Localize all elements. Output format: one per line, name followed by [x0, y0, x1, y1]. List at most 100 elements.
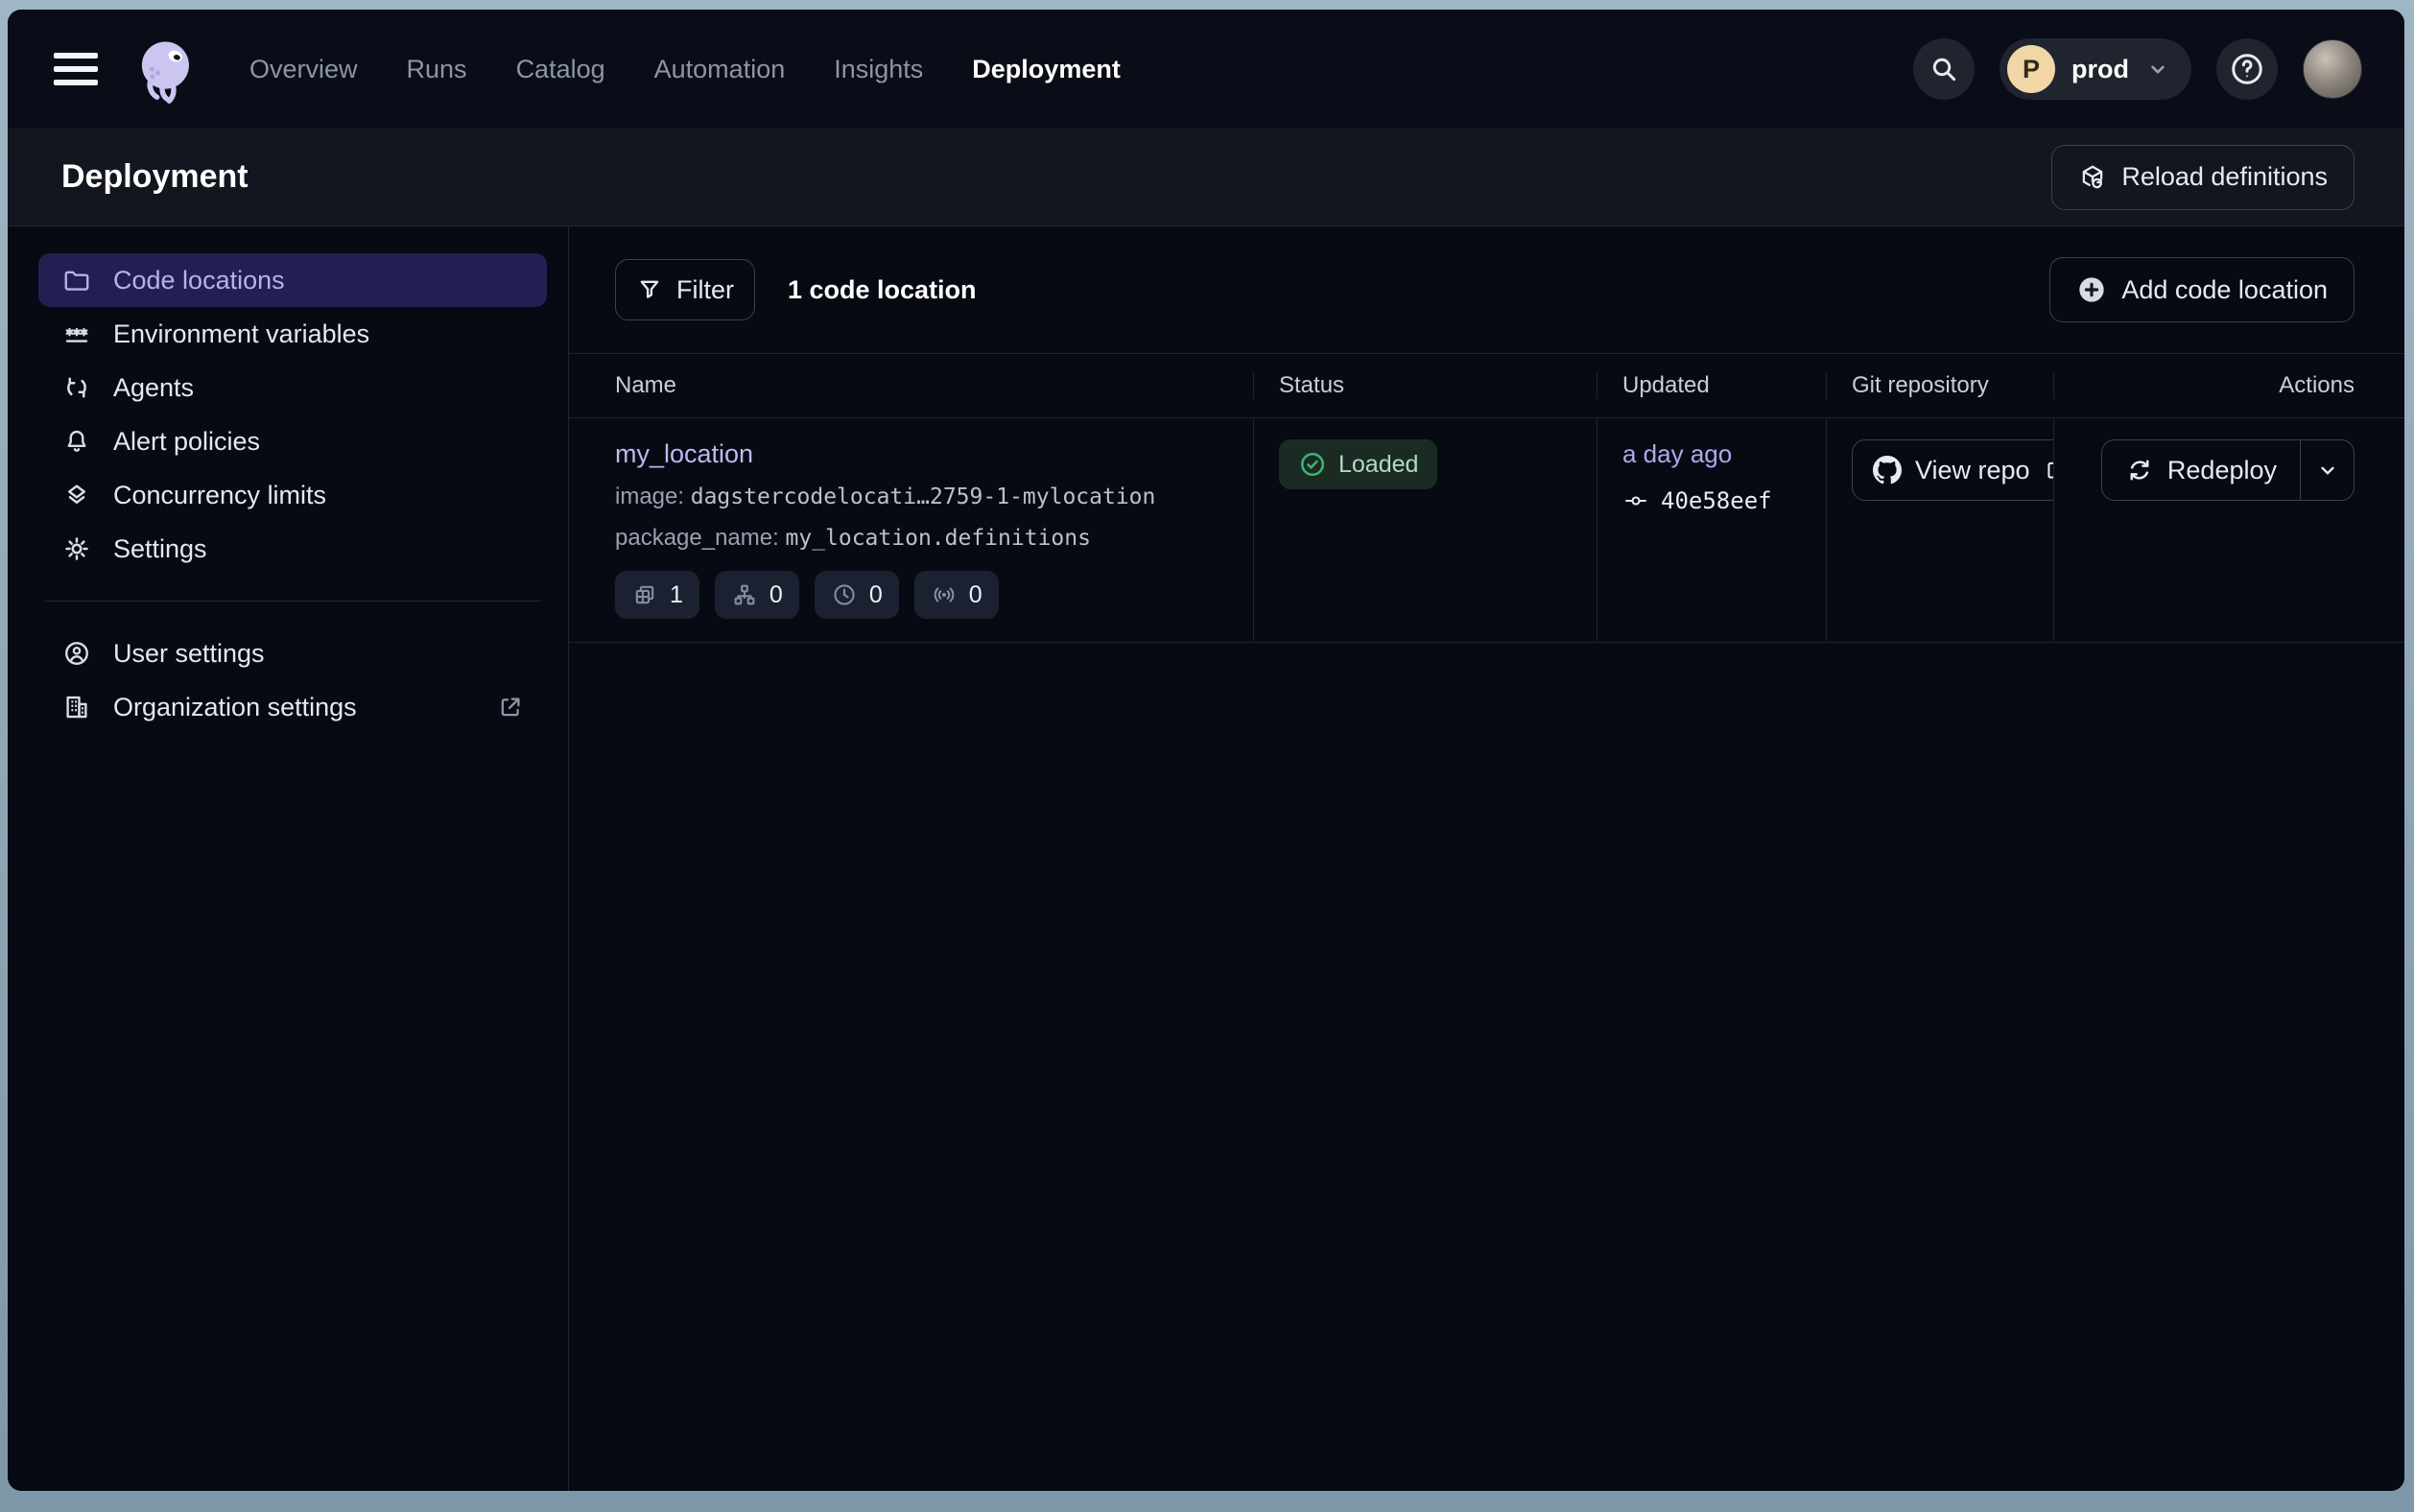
hamburger-menu-icon[interactable]	[54, 53, 98, 85]
sidebar-item-agents[interactable]: Agents	[38, 361, 547, 414]
folder-icon	[61, 265, 92, 295]
code-locations-toolbar: Filter 1 code location Add code location	[569, 226, 2404, 353]
sidebar-item-label: Organization settings	[113, 693, 357, 722]
code-location-count: 1 code location	[788, 275, 977, 305]
status-cell: Loaded	[1253, 418, 1597, 642]
view-repo-label: View repo	[1915, 456, 2030, 485]
column-header-git-repository: Git repository	[1826, 372, 2053, 399]
sidebar-item-user-settings[interactable]: User settings	[38, 626, 547, 680]
deployment-switcher-label: prod	[2071, 55, 2129, 84]
main-panel: Filter 1 code location Add code location…	[569, 226, 2404, 1491]
help-icon	[2229, 51, 2265, 87]
sidebar-item-environment-variables[interactable]: Environment variables	[38, 307, 547, 361]
deployment-switcher[interactable]: P prod	[2000, 38, 2191, 100]
code-location-link[interactable]: my_location	[615, 439, 753, 469]
sidebar-item-label: Alert policies	[113, 427, 260, 457]
actions-cell: Redeploy	[2053, 418, 2404, 642]
chevron-down-icon	[2145, 57, 2170, 82]
help-button[interactable]	[2216, 38, 2278, 100]
column-header-updated: Updated	[1597, 372, 1826, 399]
definition-count-badges: 1 0	[615, 571, 1253, 619]
github-icon	[1873, 456, 1902, 484]
search-button[interactable]	[1913, 38, 1975, 100]
nav-item-runs[interactable]: Runs	[407, 55, 467, 84]
jobs-count: 0	[769, 581, 783, 609]
redeploy-label: Redeploy	[2167, 456, 2277, 485]
dagster-logo[interactable]	[130, 33, 203, 106]
nav-right-group: P prod	[1913, 38, 2362, 100]
content-area: Code locations Environment variables	[8, 226, 2404, 1491]
filter-button[interactable]: Filter	[615, 259, 755, 320]
sensors-count: 0	[969, 581, 982, 609]
add-icon	[2076, 274, 2107, 305]
sidebar-item-label: User settings	[113, 639, 265, 669]
updated-time-link[interactable]: a day ago	[1622, 439, 1732, 469]
schedules-count-badge: 0	[815, 571, 899, 619]
sensors-count-badge: 0	[914, 571, 999, 619]
search-icon	[1929, 54, 1959, 84]
external-link-icon	[2044, 458, 2053, 483]
gear-icon	[61, 533, 92, 564]
nav-item-insights[interactable]: Insights	[834, 55, 923, 84]
view-repo-button[interactable]: View repo	[1852, 439, 2053, 501]
column-header-name: Name	[569, 372, 1253, 399]
sidebar-item-code-locations[interactable]: Code locations	[38, 253, 547, 307]
redeploy-split-button: Redeploy	[2101, 439, 2355, 501]
package-value: my_location.definitions	[785, 526, 1091, 551]
package-meta-line: package_name: my_location.definitions	[615, 525, 1253, 552]
sidebar-divider	[44, 601, 541, 602]
sidebar-item-label: Code locations	[113, 266, 285, 295]
add-code-location-button[interactable]: Add code location	[2049, 257, 2355, 322]
reload-definitions-label: Reload definitions	[2121, 162, 2328, 192]
nav-item-deployment[interactable]: Deployment	[972, 55, 1121, 84]
sidebar-item-label: Environment variables	[113, 319, 369, 349]
redeploy-menu-button[interactable]	[2300, 440, 2354, 500]
add-code-location-label: Add code location	[2121, 275, 2328, 305]
env-vars-icon	[61, 319, 92, 349]
app-window: Overview Runs Catalog Automation Insight…	[8, 10, 2404, 1491]
agents-cycle-icon	[61, 372, 92, 403]
filter-button-label: Filter	[676, 275, 734, 305]
layers-icon	[61, 480, 92, 510]
package-label: package_name:	[615, 525, 779, 551]
user-circle-icon	[61, 638, 92, 669]
user-avatar[interactable]	[2303, 39, 2362, 99]
nav-item-catalog[interactable]: Catalog	[516, 55, 605, 84]
reload-definitions-button[interactable]: Reload definitions	[2051, 145, 2355, 210]
status-badge: Loaded	[1279, 439, 1437, 489]
commit-line: 40e58eef	[1622, 487, 1826, 514]
table-header: Name Status Updated Git repository Actio…	[569, 353, 2404, 418]
assets-count: 1	[670, 581, 683, 609]
top-nav: Overview Runs Catalog Automation Insight…	[8, 10, 2404, 129]
building-icon	[61, 692, 92, 722]
schedules-icon	[831, 581, 858, 608]
status-check-icon	[1298, 450, 1327, 479]
assets-count-badge: 1	[615, 571, 699, 619]
column-header-actions: Actions	[2053, 372, 2404, 399]
sidebar-item-concurrency-limits[interactable]: Concurrency limits	[38, 468, 547, 522]
deployment-initial-badge: P	[2007, 45, 2055, 93]
chevron-down-icon	[2315, 458, 2340, 483]
schedules-count: 0	[869, 581, 883, 609]
page-title: Deployment	[61, 158, 248, 196]
git-repository-cell: View repo	[1826, 418, 2053, 642]
image-meta-line: image: dagstercodelocati…2759-1-mylocati…	[615, 484, 1253, 510]
jobs-icon	[731, 581, 758, 608]
external-link-icon	[497, 694, 524, 721]
nav-item-automation[interactable]: Automation	[654, 55, 786, 84]
updated-cell: a day ago 40e58eef	[1597, 418, 1826, 642]
nav-item-overview[interactable]: Overview	[249, 55, 358, 84]
code-location-row: my_location image: dagstercodelocati…275…	[569, 418, 2404, 643]
redeploy-button[interactable]: Redeploy	[2102, 440, 2300, 500]
status-label: Loaded	[1338, 451, 1418, 479]
sidebar-item-settings[interactable]: Settings	[38, 522, 547, 576]
image-label: image:	[615, 484, 684, 509]
sensors-icon	[931, 581, 958, 608]
sidebar-item-label: Settings	[113, 534, 207, 564]
name-cell: my_location image: dagstercodelocati…275…	[569, 418, 1253, 642]
sidebar-item-organization-settings[interactable]: Organization settings	[38, 680, 547, 734]
sidebar-item-alert-policies[interactable]: Alert policies	[38, 414, 547, 468]
filter-icon	[636, 276, 663, 303]
jobs-count-badge: 0	[715, 571, 799, 619]
image-value: dagstercodelocati…2759-1-mylocation	[691, 484, 1156, 509]
